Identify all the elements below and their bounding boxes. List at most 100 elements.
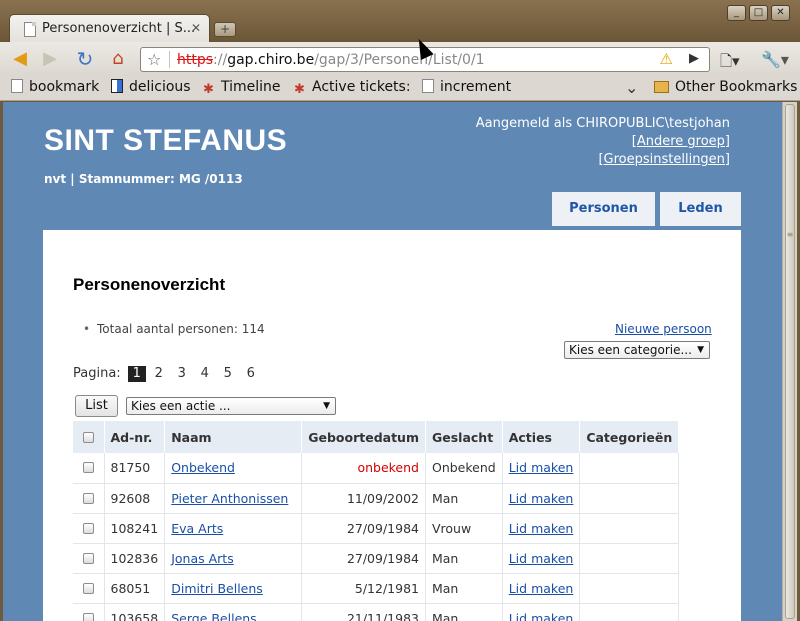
page-link[interactable]: 5 xyxy=(218,366,238,381)
column-header: Categorieën xyxy=(579,421,680,453)
url-separator: :// xyxy=(213,52,228,68)
row-checkbox[interactable] xyxy=(82,492,94,504)
name-cell: Eva Arts xyxy=(164,513,303,544)
bookmark-label: bookmark xyxy=(29,79,100,95)
maximize-button[interactable]: □ xyxy=(749,5,768,21)
page-menu-icon[interactable]: 🗋▾ xyxy=(720,51,740,76)
group-settings-link[interactable]: [Groepsinstellingen] xyxy=(476,151,730,169)
birthdate-cell: 21/11/1983 xyxy=(301,603,426,621)
row-checkbox[interactable] xyxy=(82,462,94,474)
scrollbar-thumb[interactable] xyxy=(785,104,795,619)
name-cell: Serge Bellens xyxy=(164,603,303,621)
folder-icon xyxy=(654,81,669,93)
home-icon[interactable]: ⌂ xyxy=(106,47,130,71)
gender-cell: Man xyxy=(425,543,503,574)
warning-icon[interactable]: ⚠ xyxy=(660,50,673,68)
bookmark-item[interactable]: delicious xyxy=(111,79,191,95)
page-link[interactable]: 6 xyxy=(241,366,261,381)
tab-personen[interactable]: Personen xyxy=(552,192,655,226)
page-link[interactable]: 4 xyxy=(195,366,215,381)
column-header[interactable]: Geboortedatum xyxy=(301,421,426,453)
paw-icon: ✱ xyxy=(294,82,305,97)
page-icon xyxy=(24,22,36,37)
bookmark-item[interactable]: increment xyxy=(422,79,511,95)
row-checkbox[interactable] xyxy=(82,552,94,564)
person-link[interactable]: Serge Bellens xyxy=(171,611,256,621)
wrench-icon[interactable]: 🔧▾ xyxy=(761,50,789,69)
tab-leden[interactable]: Leden xyxy=(660,192,741,226)
make-member-link[interactable]: Lid maken xyxy=(509,551,574,566)
page-title: Personenoverzicht xyxy=(73,275,226,294)
group-subtitle: nvt | Stamnummer: MG /0113 xyxy=(44,172,243,186)
new-person-link[interactable]: Nieuwe persoon xyxy=(615,322,712,336)
name-cell: Jonas Arts xyxy=(164,543,303,574)
category-select[interactable]: Kies een categorie... ▼ xyxy=(564,341,710,359)
page-link[interactable]: 2 xyxy=(149,366,169,381)
user-box: Aangemeld als CHIROPUBLIC\testjohan [And… xyxy=(476,115,730,169)
tab-title: Personenoverzicht | S... xyxy=(42,21,196,36)
categories-cell xyxy=(579,573,680,604)
column-header[interactable]: Ad-nr. xyxy=(104,421,166,453)
person-link[interactable]: Eva Arts xyxy=(171,521,223,536)
browser-toolbar: ◀ ▶ ↻ ⌂ ☆ https://gap.chiro.be/gap/3/Per… xyxy=(0,42,800,75)
column-header[interactable]: Naam xyxy=(164,421,303,453)
make-member-link[interactable]: Lid maken xyxy=(509,611,574,621)
column-header[interactable]: Geslacht xyxy=(425,421,503,453)
other-bookmarks[interactable]: Other Bookmarks xyxy=(654,79,797,95)
actions-cell: Lid maken xyxy=(502,453,581,484)
categories-cell xyxy=(579,603,680,621)
close-window-button[interactable]: ✕ xyxy=(771,5,790,21)
person-link[interactable]: Jonas Arts xyxy=(171,551,234,566)
table-row: 81750 Onbekend onbekend Onbekend Lid maken xyxy=(73,453,680,484)
bookmark-star-icon[interactable]: ☆ xyxy=(147,50,161,69)
go-icon[interactable]: ▶ xyxy=(689,51,699,66)
page-link-current[interactable]: 1 xyxy=(127,366,146,382)
bookmark-label: delicious xyxy=(129,79,191,95)
browser-tab[interactable]: Personenoverzicht | S... ✕ xyxy=(9,14,210,44)
categories-cell xyxy=(579,543,680,574)
actions-cell: Lid maken xyxy=(502,513,581,544)
url-text[interactable]: https://gap.chiro.be/gap/3/Personen/List… xyxy=(177,52,485,68)
group-title: SINT STEFANUS xyxy=(44,124,288,157)
close-tab-icon[interactable]: ✕ xyxy=(191,21,201,35)
logged-in-text: Aangemeld als CHIROPUBLIC\testjohan xyxy=(475,116,730,131)
row-checkbox[interactable] xyxy=(82,582,94,594)
person-link[interactable]: Onbekend xyxy=(171,460,235,475)
other-group-link[interactable]: [Andere groep] xyxy=(476,133,730,151)
table-row: 92608 Pieter Anthonissen 11/09/2002 Man Lid … xyxy=(73,483,680,514)
row-checkbox[interactable] xyxy=(82,612,94,621)
make-member-link[interactable]: Lid maken xyxy=(509,491,574,506)
title-bar: Personenoverzicht | S... ✕ + _ □ ✕ xyxy=(0,0,800,44)
bookmark-item[interactable]: ✱ Timeline xyxy=(203,79,281,97)
new-tab-button[interactable]: + xyxy=(214,22,236,37)
grip-icon: ≡ xyxy=(786,230,794,239)
reload-icon[interactable]: ↻ xyxy=(73,47,97,71)
bookmark-item[interactable]: ✱ Active tickets: xyxy=(294,79,411,97)
vertical-scrollbar[interactable]: ≡ xyxy=(782,102,797,621)
birthdate-cell: 11/09/2002 xyxy=(301,483,426,514)
row-select-cell xyxy=(73,543,105,574)
person-link[interactable]: Dimitri Bellens xyxy=(171,581,263,596)
back-arrow-icon[interactable]: ◀ xyxy=(8,47,32,71)
page-icon xyxy=(11,79,23,93)
row-checkbox[interactable] xyxy=(82,522,94,534)
select-all-checkbox[interactable] xyxy=(82,431,94,443)
adnr-cell: 108241 xyxy=(104,513,166,544)
forward-arrow-icon[interactable]: ▶ xyxy=(38,47,62,71)
birthdate-cell: 27/09/1984 xyxy=(301,513,426,544)
gender-cell: Man xyxy=(425,603,503,621)
page-icon xyxy=(422,79,434,93)
minimize-button[interactable]: _ xyxy=(727,5,746,21)
make-member-link[interactable]: Lid maken xyxy=(509,521,574,536)
make-member-link[interactable]: Lid maken xyxy=(509,460,574,475)
bookmark-item[interactable]: bookmark xyxy=(11,79,99,95)
page-link[interactable]: 3 xyxy=(172,366,192,381)
categories-cell xyxy=(579,453,680,484)
actions-cell: Lid maken xyxy=(502,603,581,621)
action-select[interactable]: Kies een actie ... ▼ xyxy=(126,397,336,415)
birthdate-cell: 27/09/1984 xyxy=(301,543,426,574)
make-member-link[interactable]: Lid maken xyxy=(509,581,574,596)
person-link[interactable]: Pieter Anthonissen xyxy=(171,491,288,506)
list-button[interactable]: List xyxy=(75,395,118,417)
chevron-down-icon[interactable]: ⌄ xyxy=(625,78,638,97)
